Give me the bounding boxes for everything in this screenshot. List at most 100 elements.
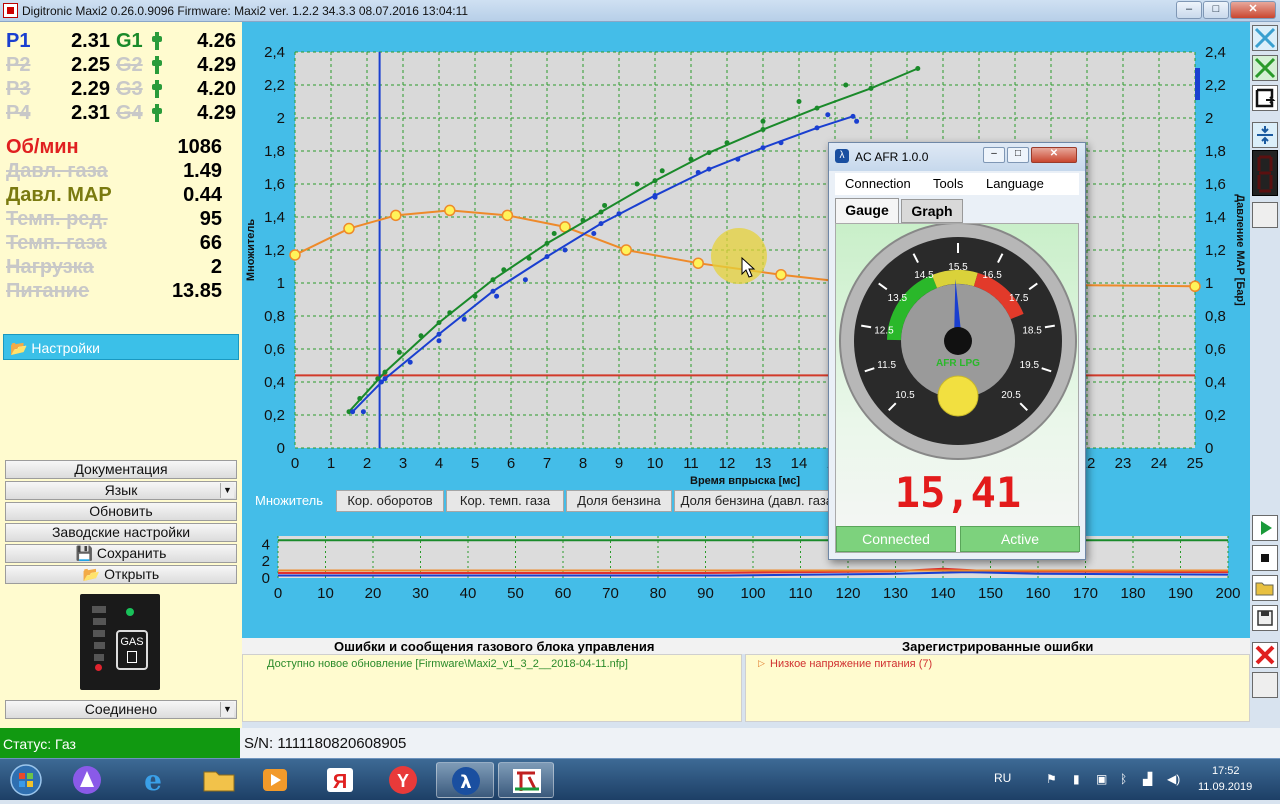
sample-point xyxy=(796,99,802,104)
active-button[interactable]: Active xyxy=(960,526,1080,552)
signal-icon[interactable]: ▟ xyxy=(1143,772,1152,786)
play-icon[interactable] xyxy=(1252,515,1278,541)
popup-maximize-button[interactable]: □ xyxy=(1007,147,1029,163)
open-button[interactable]: 📂 Открыть xyxy=(5,565,237,584)
tab-petrol-share-gas-pressure[interactable]: Доля бензина (давл. газа) xyxy=(674,490,844,512)
bluetooth-icon[interactable]: ᛒ xyxy=(1120,772,1127,786)
menu-language[interactable]: Language xyxy=(986,176,1044,191)
clear-errors-icon[interactable] xyxy=(1252,642,1278,668)
sensor-rpm: Об/мин 1086 xyxy=(6,136,222,160)
language-indicator[interactable]: RU xyxy=(994,771,1011,785)
tab-gas-temp-correction[interactable]: Кор. темп. газа xyxy=(446,490,564,512)
sensor-value: 95 xyxy=(199,208,222,230)
menu-connection[interactable]: Connection xyxy=(845,176,911,191)
minimize-button[interactable]: ‒ xyxy=(1176,1,1202,19)
p1-value: 2.31 xyxy=(71,30,110,52)
y2-tick-label: 1,8 xyxy=(1205,143,1226,160)
battery-icon[interactable]: ▮ xyxy=(1073,772,1080,786)
multiplier-chart[interactable]: 0123456789101112131415161718192021222324… xyxy=(242,22,1250,488)
flag-icon[interactable]: ⚑ xyxy=(1046,772,1057,786)
blank-toggle-2[interactable] xyxy=(1252,672,1278,698)
gauge-panel: 10.5 11.5 12.5 13.5 14.5 15.5 16.5 17.5 18.5 19.5… xyxy=(835,223,1080,553)
blank-toggle[interactable] xyxy=(1252,202,1278,228)
clock-time[interactable]: 17:52 xyxy=(1212,765,1240,777)
gauge-tick-label: 16.5 xyxy=(982,270,1002,281)
stop-icon[interactable] xyxy=(1252,545,1278,571)
save-file-icon[interactable] xyxy=(1252,605,1278,631)
tab-rpm-correction[interactable]: Кор. оборотов xyxy=(336,490,444,512)
alice-icon[interactable] xyxy=(62,762,112,798)
timeline-x-tick: 90 xyxy=(697,585,714,602)
g2-value: 4.29 xyxy=(197,54,236,76)
y2-tick-label: 2,2 xyxy=(1205,77,1226,94)
volume-icon[interactable]: ◀) xyxy=(1167,772,1180,786)
timeline-x-tick: 100 xyxy=(740,585,765,602)
save-button[interactable]: 💾 Сохранить xyxy=(5,544,237,563)
factory-settings-button[interactable]: Заводские настройки xyxy=(5,523,237,542)
gas-switch-panel[interactable]: GAS xyxy=(80,594,160,690)
ac-afr-taskbar-icon[interactable]: λ xyxy=(436,762,494,798)
language-dropdown[interactable]: Язык ▼ xyxy=(5,481,237,500)
timeline-x-tick: 190 xyxy=(1168,585,1193,602)
error-message[interactable]: Доступно новое обновление [Firmware\Maxi… xyxy=(267,658,628,670)
y-tick-label: 0,6 xyxy=(264,341,285,358)
y2-tick-label: 2,4 xyxy=(1205,44,1226,61)
explorer-icon[interactable] xyxy=(194,762,244,798)
x-tick-label: 5 xyxy=(471,455,479,472)
open-label: Открыть xyxy=(104,566,160,582)
ecu-errors-list: Доступно новое обновление [Firmware\Maxi… xyxy=(242,654,742,722)
timeline-chart[interactable]: 0 10 20 30 40 50 60 70 80 90 100 110 120 130 140 150 160… xyxy=(242,512,1250,638)
digitronic-taskbar-icon[interactable] xyxy=(498,762,554,798)
zoom-fit-icon[interactable] xyxy=(1252,25,1278,51)
window-title: Digitronic Maxi2 0.26.0.9096 Firmware: M… xyxy=(22,4,469,18)
svg-text:λ: λ xyxy=(460,772,471,793)
update-button[interactable]: Обновить xyxy=(5,502,237,521)
popup-minimize-button[interactable]: ‒ xyxy=(983,147,1005,163)
dropdown-arrow-icon[interactable]: ▼ xyxy=(220,483,234,498)
tab-graph[interactable]: Graph xyxy=(901,199,963,223)
sensor-value: 1086 xyxy=(177,136,223,158)
sensor-label: Питание xyxy=(6,280,90,302)
app-window: Digitronic Maxi2 0.26.0.9096 Firmware: M… xyxy=(0,0,1280,800)
dropdown-arrow-icon[interactable]: ▼ xyxy=(220,702,234,717)
documentation-button[interactable]: Документация xyxy=(5,460,237,479)
chart-panel: 0123456789101112131415161718192021222324… xyxy=(242,22,1250,488)
sample-point xyxy=(360,409,366,415)
yandex-browser-icon[interactable]: Я xyxy=(315,762,365,798)
timeline-x-tick: 130 xyxy=(883,585,908,602)
app-logo-icon xyxy=(3,3,18,18)
export-icon[interactable] xyxy=(1252,85,1278,111)
close-button[interactable]: ✕ xyxy=(1230,1,1276,19)
p3-label: P3 xyxy=(6,78,31,100)
tab-multiplier[interactable]: Множитель xyxy=(244,490,334,512)
popup-title: AC AFR 1.0.0 xyxy=(855,150,929,164)
folder-open-icon: 📂 xyxy=(82,566,101,582)
tab-petrol-share[interactable]: Доля бензина xyxy=(566,490,672,512)
clock-date[interactable]: 11.09.2019 xyxy=(1198,781,1252,793)
connection-dropdown[interactable]: Соединено ▼ xyxy=(5,700,237,719)
open-file-icon[interactable] xyxy=(1252,575,1278,601)
popup-close-button[interactable]: ✕ xyxy=(1031,147,1077,163)
registered-error-item[interactable]: Низкое напряжение питания (7) xyxy=(770,658,932,670)
compress-icon[interactable] xyxy=(1252,122,1278,148)
ie-icon[interactable]: e xyxy=(128,762,178,798)
expand-arrow-icon[interactable]: ▷ xyxy=(758,658,765,669)
series-node xyxy=(350,409,356,415)
media-player-icon[interactable] xyxy=(250,762,300,798)
maximize-button[interactable]: □ xyxy=(1203,1,1229,19)
menu-tools[interactable]: Tools xyxy=(933,176,963,191)
timeline-y-tick: 4 xyxy=(262,536,270,553)
tab-gauge[interactable]: Gauge xyxy=(835,198,899,224)
start-button[interactable] xyxy=(4,762,48,798)
yandex-icon[interactable]: Y xyxy=(378,762,428,798)
network-icon[interactable]: ▣ xyxy=(1096,772,1107,786)
sensor-label: Нагрузка xyxy=(6,256,94,278)
settings-button[interactable]: 📂 Настройки xyxy=(3,334,239,360)
g1-label: G1 xyxy=(116,30,143,52)
series-node xyxy=(868,85,874,91)
collapse-icon[interactable] xyxy=(1252,55,1278,81)
sensor-voltage: Питание 13.85 xyxy=(6,280,222,304)
level-bar xyxy=(93,630,105,637)
connected-button[interactable]: Connected xyxy=(836,526,956,552)
sample-point xyxy=(551,231,557,236)
